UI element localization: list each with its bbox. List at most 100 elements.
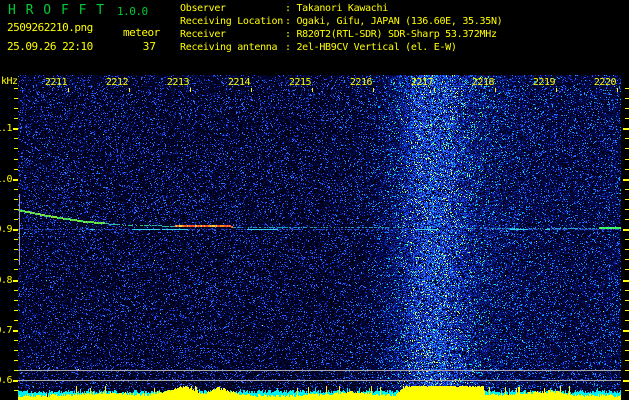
time-tick — [495, 88, 496, 92]
freq-minor-tick-right — [625, 340, 629, 341]
time-label-2212: 2212 — [105, 77, 129, 88]
freq-minor-tick-right — [625, 108, 629, 109]
freq-minor-tick-left — [14, 199, 18, 200]
freq-minor-tick-right — [625, 219, 629, 220]
freq-minor-tick-left — [14, 390, 18, 391]
freq-minor-tick-left — [14, 189, 18, 190]
freq-minor-tick-right — [625, 159, 629, 160]
freq-minor-tick-left — [14, 310, 18, 311]
station-info-row: Receiving Location: Ogaki, Gifu, JAPAN (… — [180, 15, 503, 28]
freq-minor-tick-right — [625, 310, 629, 311]
station-info-row: Receiving antenna : 2el-HB9CV Vertical (e… — [180, 41, 502, 54]
freq-minor-tick-left — [14, 219, 18, 220]
freq-minor-tick-left — [14, 249, 18, 250]
freq-minor-tick-right — [625, 350, 629, 351]
freq-minor-tick-right — [625, 290, 629, 291]
time-label-2219: 2219 — [532, 77, 556, 88]
freq-label-1.1: 1.1 — [0, 123, 12, 134]
freq-minor-tick-left — [14, 159, 18, 160]
freq-minor-tick-right — [625, 360, 629, 361]
time-label-2214: 2214 — [227, 77, 251, 88]
freq-minor-tick-right — [625, 138, 629, 139]
time-label-2220: 2220 — [593, 77, 617, 88]
freq-minor-tick-right — [625, 209, 629, 210]
freq-minor-tick-left — [14, 88, 18, 89]
freq-major-tick-right — [623, 229, 629, 231]
capture-filename: 2509262210.png — [7, 21, 93, 34]
freq-minor-tick-left — [14, 98, 18, 99]
freq-minor-tick-left — [14, 148, 18, 149]
freq-major-tick-left — [13, 380, 18, 382]
time-label-2213: 2213 — [166, 77, 190, 88]
freq-minor-tick-left — [14, 118, 18, 119]
freq-minor-tick-left — [14, 340, 18, 341]
echo-count-value: 37 — [142, 40, 156, 53]
time-label-2216: 2216 — [349, 77, 373, 88]
freq-minor-tick-right — [625, 320, 629, 321]
freq-minor-tick-right — [625, 189, 629, 190]
time-label-2211: 2211 — [44, 77, 68, 88]
info-label: Receiving Location — [180, 16, 283, 27]
time-label-2217: 2217 — [410, 77, 434, 88]
freq-label-0.6: 0.6 — [0, 375, 12, 386]
time-tick — [312, 88, 313, 92]
app-version: 1.0.0 — [117, 5, 148, 18]
info-value: : 2el-HB9CV Vertical (el. E-W) — [285, 42, 457, 53]
freq-minor-tick-left — [14, 370, 18, 371]
freq-minor-tick-right — [625, 98, 629, 99]
time-tick — [556, 88, 557, 92]
freq-minor-tick-left — [14, 108, 18, 109]
freq-minor-tick-left — [14, 300, 18, 301]
freq-label-0.9: 0.9 — [0, 224, 12, 235]
freq-minor-tick-left — [14, 350, 18, 351]
time-tick — [617, 88, 618, 92]
freq-minor-tick-right — [625, 148, 629, 149]
freq-major-tick-left — [13, 179, 18, 181]
freq-unit-label: kHz — [1, 76, 18, 87]
info-value: : R820T2(RTL-SDR) SDR-Sharp 53.372MHz — [285, 29, 497, 40]
freq-minor-tick-right — [625, 249, 629, 250]
info-label: Observer — [180, 3, 226, 14]
freq-minor-tick-right — [625, 118, 629, 119]
info-value: : Takanori Kawachi — [285, 3, 388, 14]
time-tick — [373, 88, 374, 92]
freq-minor-tick-right — [625, 88, 629, 89]
mode-label: meteor — [123, 26, 160, 39]
time-label-2215: 2215 — [288, 77, 312, 88]
app-title: H R O F F T — [8, 3, 106, 18]
station-info-block: Observer : Takanori Kawachi Receiving Loca… — [180, 2, 503, 54]
freq-minor-tick-right — [625, 239, 629, 240]
time-tick — [129, 88, 130, 92]
time-label-2218: 2218 — [471, 77, 495, 88]
time-tick — [251, 88, 252, 92]
freq-minor-tick-left — [14, 239, 18, 240]
freq-label-0.8: 0.8 — [0, 275, 12, 286]
station-info-row: Observer : Takanori Kawachi — [180, 2, 502, 15]
freq-major-tick-right — [623, 280, 629, 282]
freq-minor-tick-right — [625, 259, 629, 260]
freq-minor-tick-left — [14, 138, 18, 139]
freq-label-1.0: 1.0 — [0, 174, 12, 185]
freq-minor-tick-right — [625, 269, 629, 270]
freq-major-tick-left — [13, 128, 18, 130]
freq-major-tick-left — [13, 229, 18, 231]
freq-minor-tick-left — [14, 269, 18, 270]
freq-minor-tick-left — [14, 290, 18, 291]
freq-minor-tick-left — [14, 360, 18, 361]
freq-minor-tick-right — [625, 199, 629, 200]
freq-minor-tick-right — [625, 390, 629, 391]
time-tick — [434, 88, 435, 92]
spectrogram-canvas — [18, 75, 621, 400]
info-label: Receiver — [180, 29, 226, 40]
time-tick — [190, 88, 191, 92]
freq-minor-tick-left — [14, 209, 18, 210]
freq-major-tick-right — [623, 380, 629, 382]
freq-minor-tick-right — [625, 169, 629, 170]
app-window: H R O F F T 1.0.0 2509262210.png meteor … — [0, 0, 629, 400]
freq-minor-tick-right — [625, 300, 629, 301]
info-label: Receiving antenna — [180, 42, 278, 53]
freq-minor-tick-left — [14, 169, 18, 170]
freq-minor-tick-left — [14, 259, 18, 260]
time-tick — [68, 88, 69, 92]
freq-major-tick-right — [623, 179, 629, 181]
